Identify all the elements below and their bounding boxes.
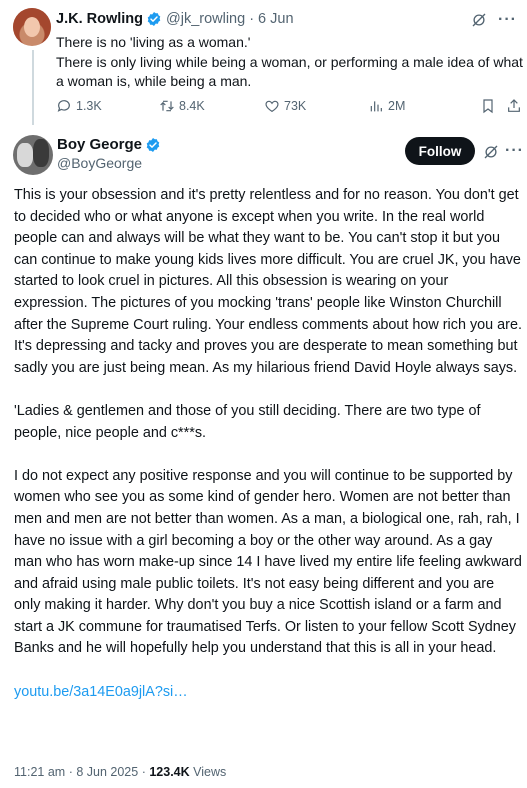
tweet-date[interactable]: 8 Jun 2025 <box>76 765 138 779</box>
tweet-time[interactable]: 11:21 am <box>14 765 65 779</box>
verified-badge-icon <box>147 12 161 26</box>
tweet-action-bar: 1.3K 8.4K 73K 2M <box>56 96 520 116</box>
tweet-timestamp: 11:21 am · 8 Jun 2025 · 123.4K Views <box>14 765 226 779</box>
bookmark-button[interactable] <box>480 98 500 114</box>
share-button[interactable] <box>506 98 526 114</box>
avatar[interactable] <box>13 8 51 46</box>
separator-dot: · <box>249 11 255 27</box>
author-name[interactable]: J.K. Rowling <box>56 11 143 27</box>
like-button[interactable]: 73K <box>264 98 306 114</box>
separator-dot: · <box>68 765 73 779</box>
parent-tweet[interactable]: J.K. Rowling @jk_rowling · 6 Jun ··· The… <box>0 0 527 125</box>
reply-icon <box>57 100 70 112</box>
separator-dot: · <box>141 765 146 779</box>
follow-button[interactable]: Follow <box>405 137 475 165</box>
tweet-paragraph: I do not expect any positive response an… <box>14 467 522 657</box>
more-icon[interactable]: ··· <box>498 12 517 28</box>
views-button[interactable]: 2M <box>368 98 405 114</box>
views-icon <box>370 101 382 112</box>
verified-badge-icon <box>146 137 160 152</box>
tweet-date[interactable]: 6 Jun <box>258 11 293 27</box>
reply-count: 1.3K <box>76 99 102 113</box>
tweet-link[interactable]: youtu.be/3a14E0a9jlA?si… <box>14 684 188 700</box>
views-count: 2M <box>388 99 406 113</box>
more-icon[interactable]: ··· <box>505 143 524 159</box>
share-icon <box>508 99 520 112</box>
author-handle[interactable]: @BoyGeorge <box>57 155 142 171</box>
avatar[interactable] <box>13 135 53 175</box>
tweet-paragraph: This is your obsession and it's pretty r… <box>14 187 522 376</box>
grok-icon[interactable] <box>482 143 500 161</box>
retweet-count: 8.4K <box>179 99 205 113</box>
author-name[interactable]: Boy George <box>57 136 142 153</box>
bookmark-icon <box>483 99 493 114</box>
parent-tweet-top-actions: ··· <box>470 11 517 29</box>
parent-tweet-header: J.K. Rowling @jk_rowling · 6 Jun <box>56 11 294 27</box>
retweet-icon <box>160 100 174 112</box>
reply-button[interactable]: 1.3K <box>56 98 102 114</box>
tweet-text-line: There is only living while being a woman… <box>56 53 523 90</box>
heart-icon <box>265 100 279 113</box>
views-count[interactable]: 123.4K <box>149 765 189 779</box>
views-label: Views <box>193 765 227 779</box>
main-tweet-author: Boy George <box>57 136 165 153</box>
grok-icon[interactable] <box>470 11 488 29</box>
retweet-button[interactable]: 8.4K <box>159 98 205 114</box>
like-count: 73K <box>284 99 307 113</box>
thread-line <box>32 50 34 125</box>
tweet-text-line: There is no 'living as a woman.' <box>56 34 251 50</box>
author-handle[interactable]: @jk_rowling <box>166 11 245 27</box>
tweet-paragraph: 'Ladies & gentlemen and those of you sti… <box>14 402 481 441</box>
parent-tweet-text: There is no 'living as a woman.' There i… <box>56 33 524 92</box>
main-tweet-text: This is your obsession and it's pretty r… <box>14 185 523 725</box>
